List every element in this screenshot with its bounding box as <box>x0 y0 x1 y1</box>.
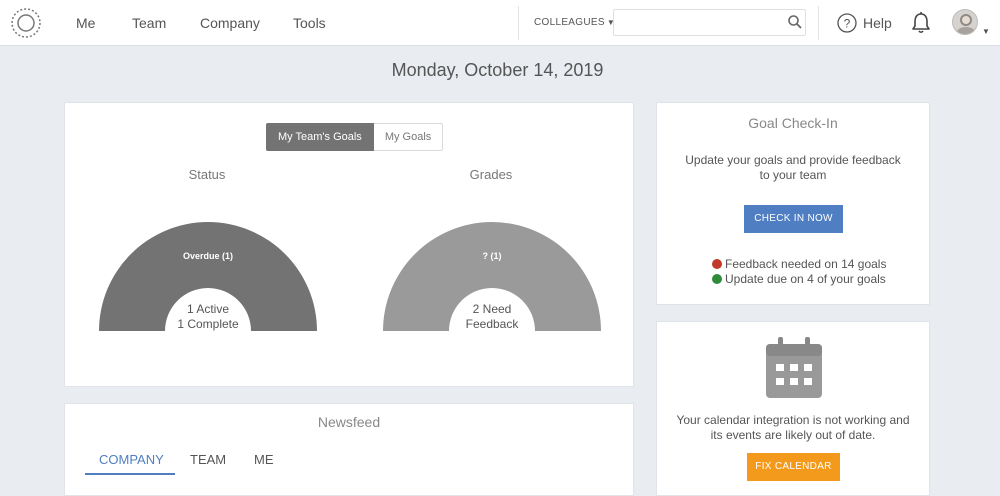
calendar-icon <box>766 337 822 398</box>
newsfeed-card: Newsfeed COMPANY TEAM ME <box>64 403 634 496</box>
colleagues-dropdown[interactable]: COLLEAGUES ▼ <box>534 17 615 28</box>
checkin-description: Update your goals and provide feedback t… <box>657 153 929 183</box>
laurel-logo-icon[interactable] <box>10 7 42 39</box>
newsfeed-tab-team[interactable]: TEAM <box>190 452 226 467</box>
checkin-description-line1: Update your goals and provide feedback <box>685 153 901 167</box>
newsfeed-tab-company[interactable]: COMPANY <box>99 452 164 467</box>
status-active-count: 1 Active <box>186 302 230 316</box>
help-question-icon: ? <box>837 13 857 33</box>
calendar-message: Your calendar integration is not working… <box>657 413 929 443</box>
status-center-summary: 1 Active 1 Complete <box>158 302 258 332</box>
grades-chart-title: Grades <box>469 167 513 182</box>
feedback-needed-line[interactable]: Feedback needed on 14 goals <box>712 257 886 271</box>
tab-my-goals[interactable]: My Goals <box>373 123 444 151</box>
newsfeed-tab-me[interactable]: ME <box>254 452 274 467</box>
goal-checkin-card: Goal Check-In Update your goals and prov… <box>656 102 930 305</box>
update-due-text: Update due on 4 of your goals <box>725 272 886 286</box>
goals-overview-card: My Team's Goals My Goals Status Overdue … <box>64 102 634 387</box>
update-due-status-dot-icon <box>712 274 722 284</box>
avatar-caret-down-icon[interactable]: ▼ <box>982 27 990 36</box>
fix-calendar-button[interactable]: FIX CALENDAR <box>747 453 840 481</box>
nav-tools[interactable]: Tools <box>293 15 326 31</box>
calendar-message-line2: its events are likely out of date. <box>710 428 876 442</box>
user-avatar[interactable] <box>952 9 978 35</box>
divider <box>818 6 819 40</box>
page-date: Monday, October 14, 2019 <box>391 60 604 80</box>
grades-need-count: 2 Need <box>472 302 512 316</box>
colleagues-label: COLLEAGUES <box>534 17 605 28</box>
divider <box>518 6 519 40</box>
newsfeed-title: Newsfeed <box>317 414 381 430</box>
newsfeed-active-tab-indicator <box>85 473 175 475</box>
status-chart-title: Status <box>188 167 226 182</box>
search-icon[interactable] <box>787 14 803 30</box>
grades-feedback-label: Feedback <box>465 317 519 331</box>
check-in-now-button[interactable]: CHECK IN NOW <box>744 205 843 233</box>
update-due-line[interactable]: Update due on 4 of your goals <box>712 272 886 286</box>
grades-center-summary: 2 Need Feedback <box>442 302 542 332</box>
calendar-message-line1: Your calendar integration is not working… <box>676 413 910 427</box>
search-input[interactable] <box>613 9 806 36</box>
calendar-integration-card: Your calendar integration is not working… <box>656 321 930 496</box>
nav-team[interactable]: Team <box>132 15 166 31</box>
notification-bell-icon[interactable] <box>910 11 932 35</box>
status-complete-count: 1 Complete <box>177 317 239 331</box>
goals-toggle: My Team's Goals My Goals <box>266 123 444 151</box>
checkin-title: Goal Check-In <box>748 115 838 131</box>
svg-text:?: ? <box>844 17 851 31</box>
feedback-needed-text: Feedback needed on 14 goals <box>725 257 887 271</box>
help-button[interactable]: ? Help <box>837 12 892 34</box>
nav-company[interactable]: Company <box>200 15 260 31</box>
checkin-description-line2: to your team <box>759 168 827 182</box>
help-label: Help <box>863 15 892 31</box>
feedback-needed-status-dot-icon <box>712 259 722 269</box>
status-arc-label: Overdue (1) <box>182 251 233 261</box>
nav-me[interactable]: Me <box>76 15 95 31</box>
top-navigation-bar: Me Team Company Tools COLLEAGUES ▼ ? Help… <box>0 0 1000 46</box>
grades-arc-label: ? (1) <box>482 251 502 261</box>
tab-my-teams-goals[interactable]: My Team's Goals <box>266 123 374 151</box>
